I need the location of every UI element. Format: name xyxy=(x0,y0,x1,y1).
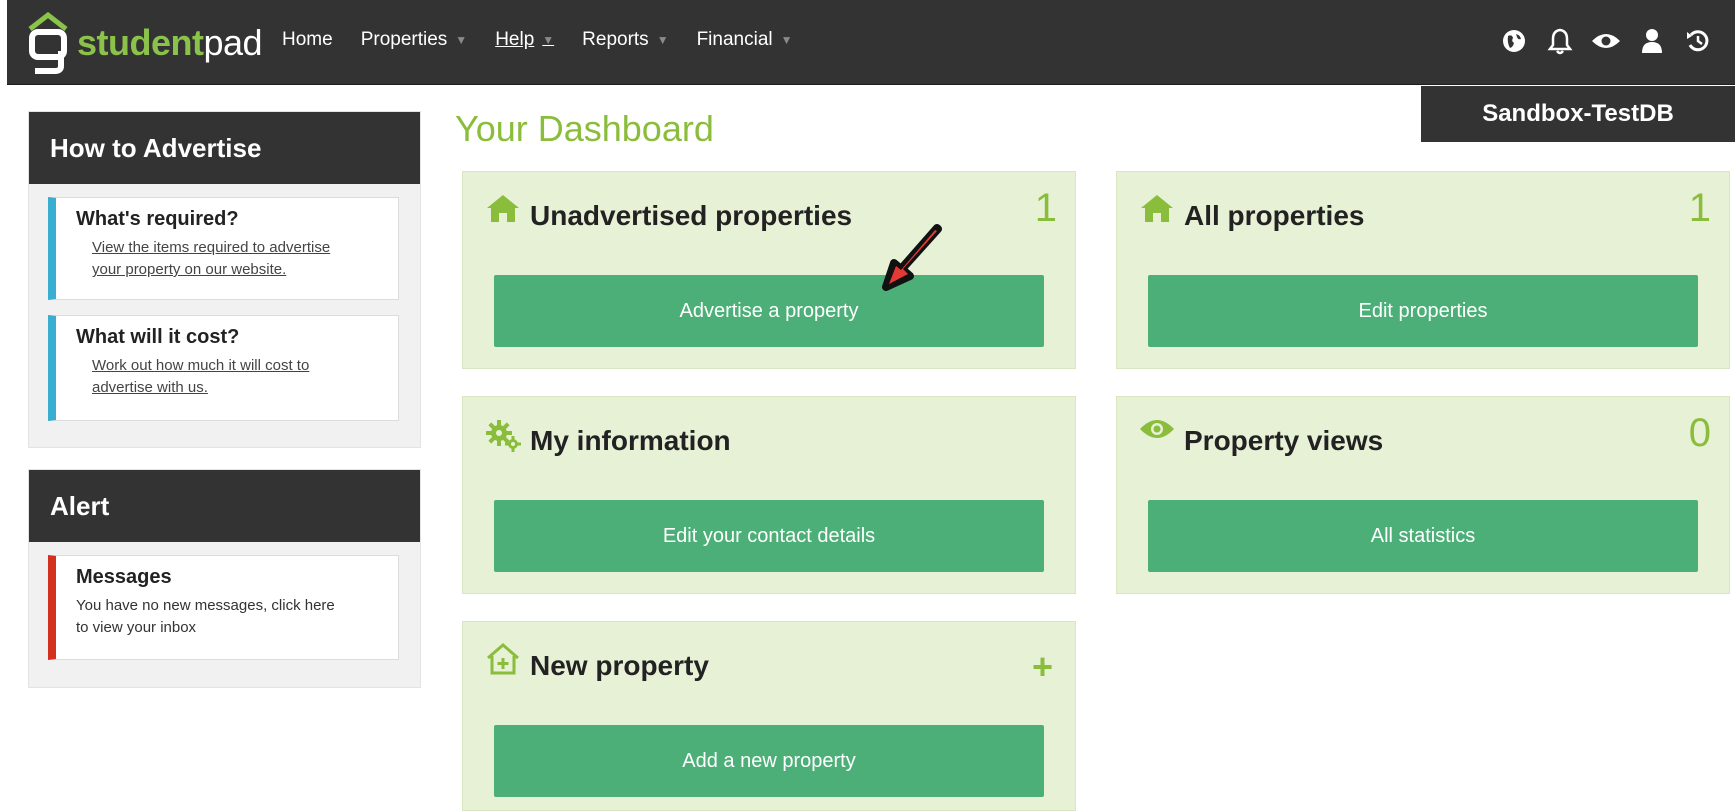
database-label: Sandbox-TestDB xyxy=(1421,86,1735,142)
gears-icon xyxy=(485,417,523,458)
cost-calculator-link[interactable]: Work out how much it will cost to adverti… xyxy=(76,355,388,399)
card-title: My information xyxy=(530,425,731,456)
edit-contact-details-button[interactable]: Edit your contact details xyxy=(494,500,1044,572)
edit-properties-button[interactable]: Edit properties xyxy=(1148,275,1698,347)
nav-home[interactable]: Home xyxy=(282,29,333,51)
caret-down-icon: ▼ xyxy=(542,33,555,47)
whats-required-card[interactable]: What's required? View the items required… xyxy=(48,197,399,300)
nav-financial[interactable]: Financial ▼ xyxy=(697,29,793,51)
header-icons xyxy=(1485,24,1715,58)
nav-reports[interactable]: Reports ▼ xyxy=(582,29,668,51)
advertise-property-button[interactable]: Advertise a property xyxy=(494,275,1044,347)
bell-icon[interactable] xyxy=(1543,24,1577,58)
card-title: Property views xyxy=(1184,425,1384,456)
nav-help[interactable]: Help ▼ xyxy=(495,29,554,51)
house-icon xyxy=(485,192,521,229)
new-property-card: New property + Add a new property xyxy=(462,621,1076,811)
caret-down-icon: ▼ xyxy=(656,33,669,47)
house-icon xyxy=(1139,192,1175,229)
count-badge: 1 xyxy=(1688,186,1711,230)
messages-card[interactable]: Messages You have no new messages, click… xyxy=(48,555,399,660)
card-title: New property xyxy=(530,650,709,681)
nav-properties[interactable]: Properties ▼ xyxy=(361,29,468,51)
all-statistics-button[interactable]: All statistics xyxy=(1148,500,1698,572)
panel-heading: How to Advertise xyxy=(29,112,420,184)
add-new-property-button[interactable]: Add a new property xyxy=(494,725,1044,797)
count-badge: 0 xyxy=(1688,411,1711,455)
panel-heading: Alert xyxy=(29,470,420,542)
page-title: Your Dashboard xyxy=(455,108,714,149)
house-plus-icon xyxy=(485,642,521,681)
my-information-card: My information Edit your contact details xyxy=(462,396,1076,594)
logo-text: studentpad xyxy=(77,22,263,63)
add-plus-icon[interactable]: + xyxy=(1032,646,1053,688)
messages-text[interactable]: You have no new messages, click here to v… xyxy=(76,595,388,639)
all-properties-card: All properties 1 Edit properties xyxy=(1116,171,1730,369)
top-navigation-bar: studentpad Home Properties ▼ Help ▼ Report… xyxy=(7,0,1735,85)
red-arrow-icon xyxy=(882,224,942,291)
eye-icon[interactable] xyxy=(1589,24,1623,58)
card-title: What's required? xyxy=(76,208,239,230)
card-title: What will it cost? xyxy=(76,326,240,348)
property-views-card: Property views 0 All statistics xyxy=(1116,396,1730,594)
card-title: Messages xyxy=(76,566,172,588)
count-badge: 1 xyxy=(1034,186,1057,230)
caret-down-icon: ▼ xyxy=(780,33,793,47)
whats-required-link[interactable]: View the items required to advertise your… xyxy=(76,237,388,281)
how-to-advertise-panel: How to Advertise What's required? View t… xyxy=(28,111,421,448)
what-will-it-cost-card[interactable]: What will it cost? Work out how much it … xyxy=(48,315,399,421)
logout-icon[interactable] xyxy=(1681,24,1715,58)
alert-panel: Alert Messages You have no new messages,… xyxy=(28,469,421,688)
logo-mark-icon xyxy=(28,11,68,74)
user-icon[interactable] xyxy=(1635,24,1669,58)
eye-icon xyxy=(1139,417,1175,446)
card-title: Unadvertised properties xyxy=(530,200,853,231)
studentpad-logo[interactable]: studentpad xyxy=(27,8,263,78)
unadvertised-properties-card: Unadvertised properties 1 Advertise a pr… xyxy=(462,171,1076,369)
card-title: All properties xyxy=(1184,200,1365,231)
main-nav: Home Properties ▼ Help ▼ Reports ▼ Financia… xyxy=(282,29,821,51)
globe-icon[interactable] xyxy=(1497,24,1531,58)
caret-down-icon: ▼ xyxy=(455,33,468,47)
